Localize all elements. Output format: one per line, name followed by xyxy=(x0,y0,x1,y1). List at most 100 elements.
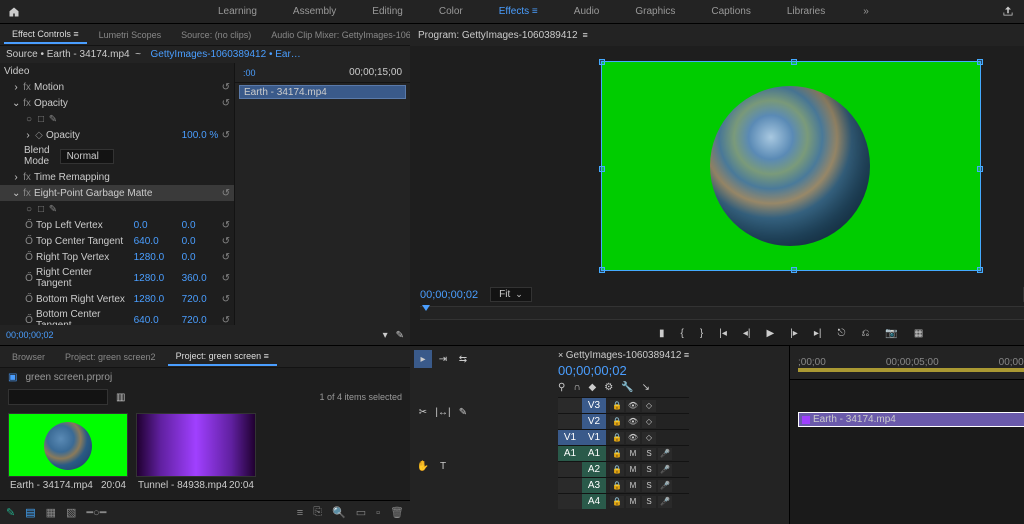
trash-icon[interactable]: 🗑 xyxy=(390,506,404,519)
workspace-overflow[interactable]: » xyxy=(863,6,869,17)
workspace-tab-color[interactable]: Color xyxy=(421,2,481,21)
fx-opacity[interactable]: ⌄fxOpacity↺ xyxy=(0,95,234,111)
fx-eight-point-matte[interactable]: ⌄fxEight-Point Garbage Matte↺ xyxy=(0,185,234,201)
freeform-view-icon[interactable]: ▧ xyxy=(66,506,76,519)
reset-icon[interactable]: ↺ xyxy=(222,188,230,199)
comparison-icon[interactable]: ▦ xyxy=(914,328,923,339)
track-header-a1[interactable]: A1A1🔒MS🎤 xyxy=(558,445,689,461)
bin-folder-icon[interactable]: ▥ xyxy=(116,392,125,403)
matte-handle[interactable] xyxy=(977,267,983,273)
reset-icon[interactable]: ↺ xyxy=(222,98,230,109)
program-time-left[interactable]: 00;00;00;02 xyxy=(420,289,478,301)
workspace-tab-effects[interactable]: Effects xyxy=(481,2,556,21)
panel-tab[interactable]: Source: (no clips) xyxy=(173,27,259,43)
type-tool[interactable]: T xyxy=(434,457,452,475)
fx-time-remapping[interactable]: ›fxTime Remapping xyxy=(0,169,234,185)
matte-handle[interactable] xyxy=(599,59,605,65)
workspace-tab-assembly[interactable]: Assembly xyxy=(275,2,354,21)
add-marker-icon[interactable]: ▮ xyxy=(659,328,665,339)
step-forward-icon[interactable]: |▸ xyxy=(790,328,798,339)
timeline-sequence-tab[interactable]: × GettyImages-1060389412 ≡ xyxy=(558,350,689,361)
filter-icon[interactable]: ▾ xyxy=(383,330,388,341)
workspace-tab-libraries[interactable]: Libraries xyxy=(769,2,843,21)
marker-icon[interactable]: ◆ xyxy=(589,382,597,393)
automate-icon[interactable]: ⎘ xyxy=(313,506,322,519)
timeline-ruler[interactable]: ;00;0000;00;05;0000;00;10;0000;00;15;00 xyxy=(790,346,1024,380)
matte-handle[interactable] xyxy=(791,59,797,65)
ripple-tool[interactable]: ⇆ xyxy=(454,350,472,368)
workspace-tab-editing[interactable]: Editing xyxy=(354,2,421,21)
lift-icon[interactable]: ⎋ xyxy=(837,328,845,339)
panel-tab[interactable]: Lumetri Scopes xyxy=(91,27,170,43)
wrench-icon[interactable]: 🔧 xyxy=(621,382,633,393)
track-header-a2[interactable]: A2🔒MS🎤 xyxy=(558,461,689,477)
go-to-in-icon[interactable]: |◂ xyxy=(719,328,727,339)
matte-handle[interactable] xyxy=(599,166,605,172)
insert-icon[interactable]: ↘ xyxy=(642,382,650,393)
workspace-tab-audio[interactable]: Audio xyxy=(556,2,618,21)
track-header-v3[interactable]: V3🔒👁◇ xyxy=(558,397,689,413)
new-item-icon[interactable]: ✎ xyxy=(6,506,15,519)
step-back-icon[interactable]: ◂| xyxy=(743,328,751,339)
program-time-ruler[interactable] xyxy=(420,306,1024,320)
vertex-row[interactable]: ŐRight Top Vertex1280.00.0↺ xyxy=(0,249,234,265)
program-monitor-canvas[interactable] xyxy=(601,61,981,271)
mark-out-icon[interactable]: } xyxy=(700,328,703,339)
project-search-input[interactable] xyxy=(8,389,108,405)
project-tab[interactable]: Project: green screen xyxy=(168,348,277,366)
matte-handle[interactable] xyxy=(977,59,983,65)
track-header-v2[interactable]: V2🔒👁◇ xyxy=(558,413,689,429)
vertex-row[interactable]: ŐTop Left Vertex0.00.0↺ xyxy=(0,217,234,233)
razor-tool[interactable]: ✂ xyxy=(414,404,432,422)
selection-tool[interactable]: ▸ xyxy=(414,350,432,368)
pen-tool[interactable]: ✎ xyxy=(454,404,472,422)
mark-in-icon[interactable]: { xyxy=(681,328,684,339)
export-frame-icon[interactable]: 📷 xyxy=(885,328,897,339)
program-tab[interactable]: Program: GettyImages-1060389412 ≡ xyxy=(418,30,588,41)
share-icon[interactable] xyxy=(1002,5,1014,17)
track-select-tool[interactable]: ⇥ xyxy=(434,350,452,368)
mask-tools[interactable]: ○□✎ xyxy=(0,201,234,217)
work-area-bar[interactable] xyxy=(798,368,1024,372)
ec-clip-bar[interactable]: Earth - 34174.mp4 xyxy=(239,85,406,99)
list-view-icon[interactable]: ▤ xyxy=(25,506,35,519)
project-tab[interactable]: Browser xyxy=(4,349,53,365)
track-header-a3[interactable]: A3🔒MS🎤 xyxy=(558,477,689,493)
track-header-a4[interactable]: A4🔒MS🎤 xyxy=(558,493,689,509)
workspace-tab-learning[interactable]: Learning xyxy=(200,2,275,21)
workspace-tab-captions[interactable]: Captions xyxy=(693,2,768,21)
blend-mode-row[interactable]: Blend ModeNormal xyxy=(0,143,234,169)
home-icon[interactable] xyxy=(8,6,20,18)
play-icon[interactable]: ▶ xyxy=(766,328,774,339)
matte-handle[interactable] xyxy=(599,267,605,273)
project-item[interactable]: Tunnel - 84938.mp420:04 xyxy=(136,413,256,494)
vertex-row[interactable]: ŐBottom Center Tangent640.0720.0↺ xyxy=(0,307,234,325)
sort-icon[interactable]: ≡ xyxy=(297,507,303,519)
vertex-row[interactable]: ŐRight Center Tangent1280.0360.0↺ xyxy=(0,265,234,291)
zoom-slider[interactable]: ━○━ xyxy=(86,506,106,519)
vertex-row[interactable]: ŐBottom Right Vertex1280.0720.0↺ xyxy=(0,291,234,307)
ec-playhead-time[interactable]: 00;00;00;02 xyxy=(6,330,54,340)
settings-icon[interactable]: ⚙ xyxy=(604,382,613,393)
project-item[interactable]: Earth - 34174.mp420:04 xyxy=(8,413,128,494)
fx-motion[interactable]: ›fxMotion↺ xyxy=(0,79,234,95)
go-to-out-icon[interactable]: ▸| xyxy=(814,328,822,339)
mask-tools[interactable]: ○□✎ xyxy=(0,111,234,127)
new-bin-icon[interactable]: ▭ xyxy=(356,506,366,519)
matte-handle[interactable] xyxy=(977,166,983,172)
reset-icon[interactable]: ↺ xyxy=(222,82,230,93)
ec-wrench-icon[interactable]: ✎ xyxy=(396,330,404,341)
playhead-icon[interactable] xyxy=(422,305,430,311)
find-icon[interactable]: 🔍 xyxy=(332,506,346,519)
vertex-row[interactable]: ŐTop Center Tangent640.00.0↺ xyxy=(0,233,234,249)
workspace-tab-graphics[interactable]: Graphics xyxy=(617,2,693,21)
slip-tool[interactable]: |↔| xyxy=(434,404,452,422)
track-header-v1[interactable]: V1V1🔒👁◇ xyxy=(558,429,689,445)
matte-handle[interactable] xyxy=(791,267,797,273)
opacity-value-row[interactable]: ›◇Opacity100.0 %↺ xyxy=(0,127,234,143)
timeline-playhead-time[interactable]: 00;00;00;02 xyxy=(558,363,689,378)
timeline-clip-area[interactable]: Earth - 34174.mp4 xyxy=(790,380,1024,524)
fit-dropdown[interactable]: Fit ⌄ xyxy=(490,287,532,302)
panel-tab[interactable]: Effect Controls xyxy=(4,26,87,44)
hand-tool[interactable]: ✋ xyxy=(414,457,432,475)
